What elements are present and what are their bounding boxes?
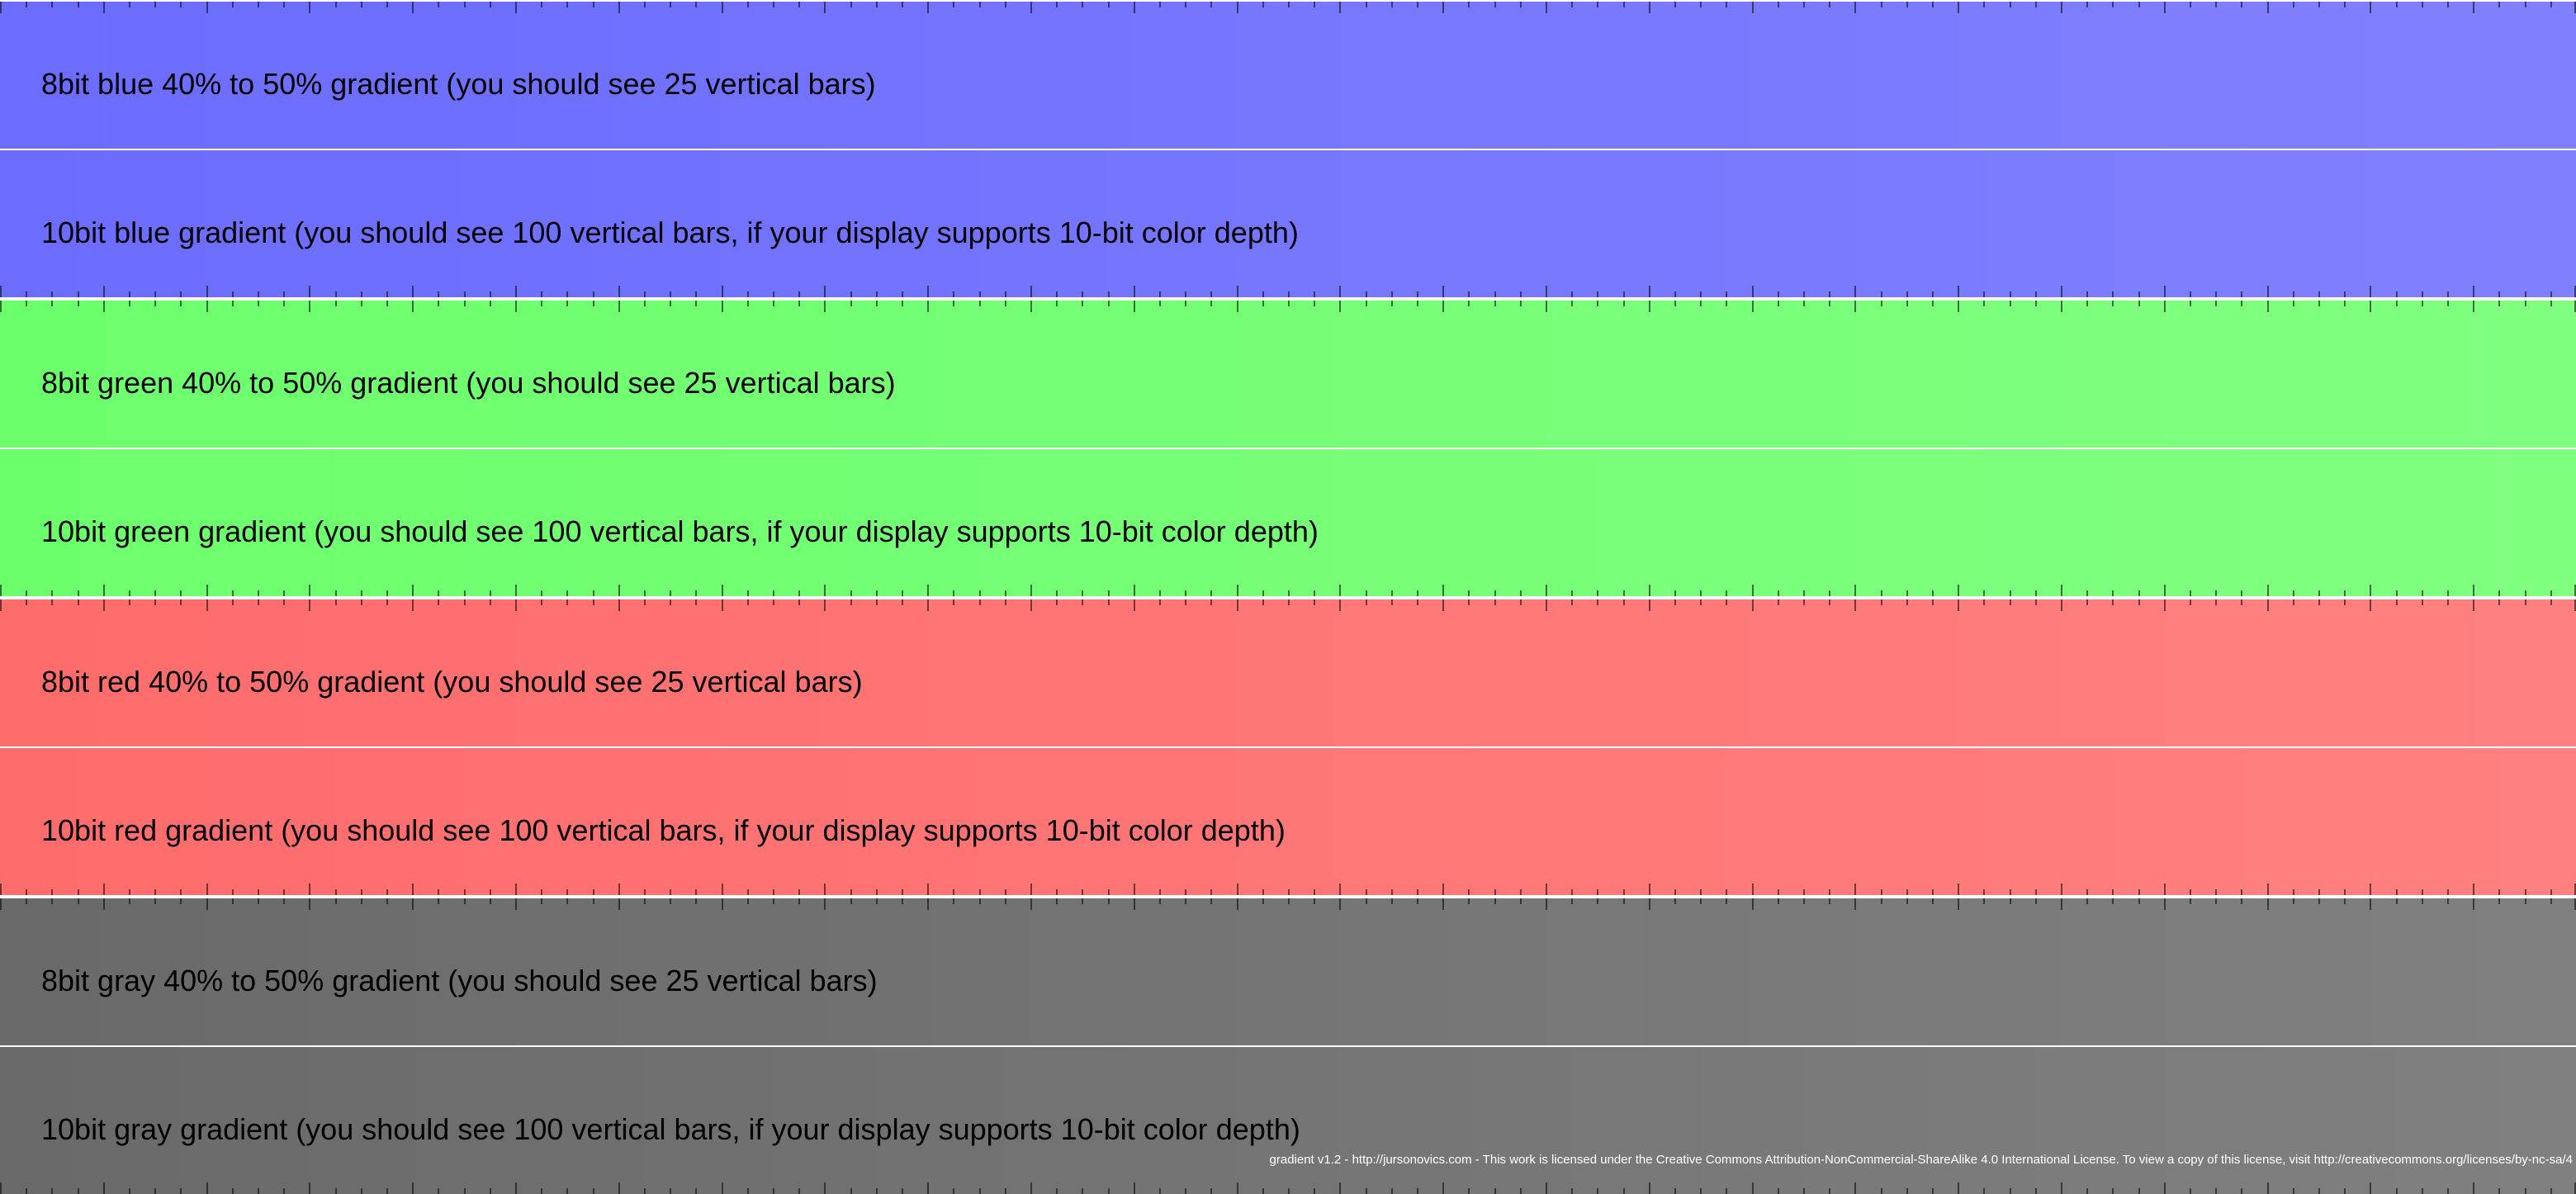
strip-divider (0, 746, 2576, 748)
8bit-green-strip: 8bit green 40% to 50% gradient (you shou… (0, 301, 2576, 448)
10bit-red-strip: 10bit red gradient (you should see 100 v… (0, 748, 2576, 895)
8bit-green-label: 8bit green 40% to 50% gradient (you shou… (41, 366, 896, 400)
gradient-test-panels: 8bit blue 40% to 50% gradient (you shoul… (0, 0, 2576, 1194)
10bit-blue-strip: 10bit blue gradient (you should see 100 … (0, 150, 2576, 297)
8bit-gray-strip: 8bit gray 40% to 50% gradient (you shoul… (0, 898, 2576, 1045)
8bit-gray-label: 8bit gray 40% to 50% gradient (you shoul… (41, 964, 878, 997)
panel-blue: 8bit blue 40% to 50% gradient (you shoul… (0, 2, 2576, 297)
10bit-green-strip: 10bit green gradient (you should see 100… (0, 449, 2576, 596)
10bit-gray-strip: 10bit gray gradient (you should see 100 … (0, 1047, 2576, 1194)
10bit-green-label: 10bit green gradient (you should see 100… (41, 514, 1319, 548)
license-footer: gradient v1.2 - http://jursonovics.com -… (1269, 1153, 2573, 1167)
panel-green: 8bit green 40% to 50% gradient (you shou… (0, 301, 2576, 596)
panel-gray: 8bit gray 40% to 50% gradient (you shoul… (0, 898, 2576, 1194)
8bit-blue-label: 8bit blue 40% to 50% gradient (you shoul… (41, 67, 876, 101)
10bit-gray-label: 10bit gray gradient (you should see 100 … (41, 1112, 1300, 1146)
strip-divider (0, 448, 2576, 449)
panel-red: 8bit red 40% to 50% gradient (you should… (0, 599, 2576, 895)
8bit-blue-strip: 8bit blue 40% to 50% gradient (you shoul… (0, 2, 2576, 149)
10bit-blue-label: 10bit blue gradient (you should see 100 … (41, 216, 1299, 249)
strip-divider (0, 1045, 2576, 1047)
strip-divider (0, 149, 2576, 150)
8bit-red-strip: 8bit red 40% to 50% gradient (you should… (0, 599, 2576, 746)
8bit-red-label: 8bit red 40% to 50% gradient (you should… (41, 665, 863, 699)
10bit-red-label: 10bit red gradient (you should see 100 v… (41, 813, 1286, 847)
